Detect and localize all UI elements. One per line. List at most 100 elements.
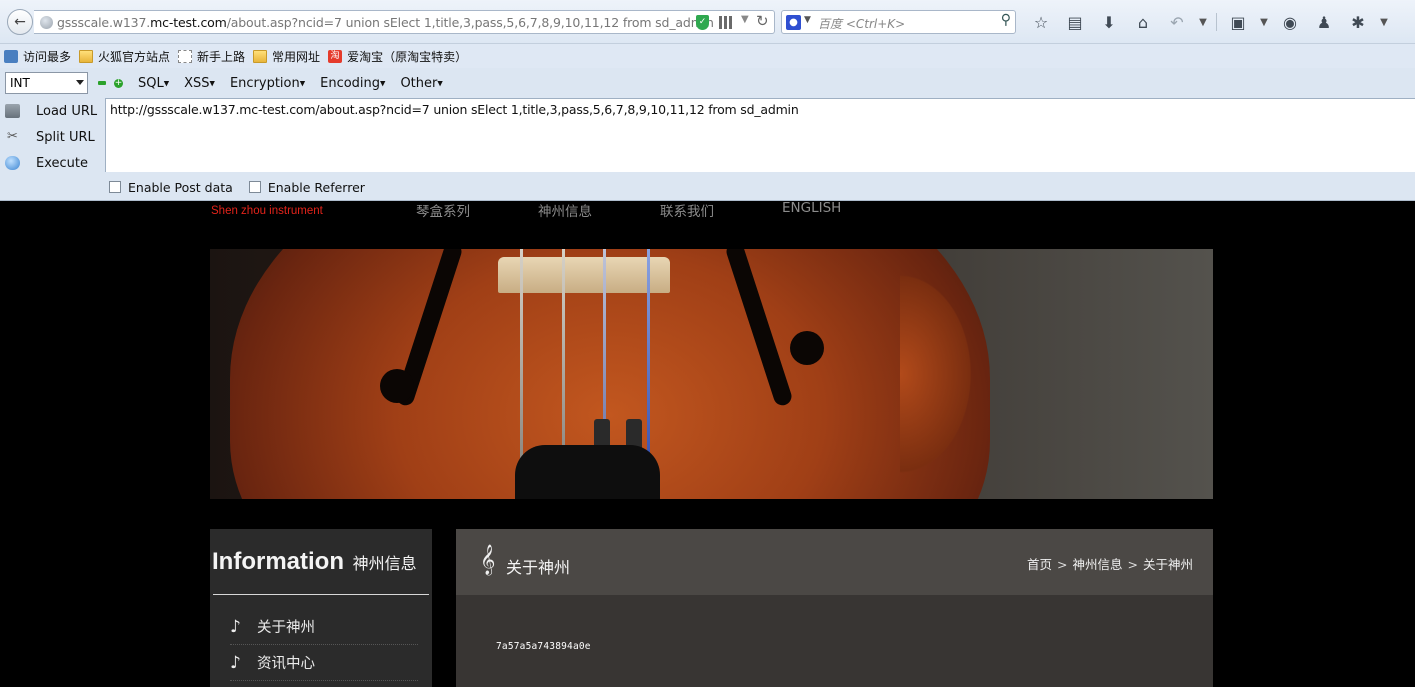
bookmark-label: 常用网址 — [272, 49, 321, 64]
leaked-password-hash: 7a57a5a743894a0e — [496, 641, 591, 652]
bookmark-most-visited[interactable]: 访问最多 — [4, 48, 71, 65]
referrer-checkbox[interactable]: Enable Referrer — [248, 179, 365, 195]
back-button[interactable]: ← — [7, 9, 33, 35]
reload-icon[interactable]: ↻ — [756, 12, 769, 30]
nav-item-info[interactable]: 神州信息 — [538, 200, 592, 220]
search-placeholder[interactable]: 百度 <Ctrl+K> — [818, 15, 905, 32]
nav-item-cases[interactable]: 琴盒系列 — [416, 200, 470, 220]
menu-xss[interactable]: XSS▼ — [184, 76, 215, 91]
sidebar-item-news[interactable]: ♪ 资讯中心 — [230, 645, 418, 681]
violin-banner-image — [210, 249, 1213, 499]
hackbar-toolbar: INT + SQL▼ XSS▼ Encryption▼ Encoding▼ Ot… — [0, 68, 1415, 98]
menu-label: Encryption — [229, 75, 300, 91]
url-prefix: gssscale.w137. — [57, 15, 151, 30]
breadcrumb: 首页 > 神州信息 > 关于神州 — [1027, 554, 1193, 573]
address-text[interactable]: gssscale.w137.mc-test.com/about.asp?ncid… — [57, 15, 714, 30]
menu-encoding[interactable]: Encoding▼ — [320, 76, 385, 91]
reading-list-icon[interactable]: ▤ — [1058, 11, 1092, 33]
back-arrow-icon: ← — [14, 14, 26, 30]
shield-icon[interactable]: ✓ — [696, 15, 709, 30]
sidebar-item-about[interactable]: ♪ 关于神州 — [230, 609, 418, 645]
engine-dropdown-icon[interactable]: ▼ — [804, 15, 811, 25]
decrease-icon[interactable] — [98, 81, 106, 85]
menu-encryption[interactable]: Encryption▼ — [230, 76, 305, 91]
search-magnifier-icon[interactable]: ⚲ — [1001, 12, 1011, 28]
action-label: Split URL — [36, 129, 95, 145]
undo-icon[interactable]: ↶ — [1160, 11, 1194, 33]
download-icon[interactable]: ⬇ — [1092, 11, 1126, 33]
type-select-value: INT — [10, 76, 30, 90]
execute-icon — [5, 156, 20, 170]
violin-edge — [900, 249, 990, 499]
violin-string — [647, 249, 650, 459]
brand-subtitle: Shen zhou instrument — [211, 205, 323, 217]
menu-label: XSS — [184, 75, 210, 91]
sidebar-divider — [213, 594, 429, 595]
f-hole-knot-left — [380, 369, 414, 403]
split-url-button[interactable]: ✂ Split URL — [0, 124, 104, 150]
history-dropdown-icon[interactable]: ▼ — [741, 14, 749, 25]
bookmark-getting-started[interactable]: 新手上路 — [178, 48, 245, 65]
bookmark-label: 新手上路 — [197, 49, 246, 64]
content-panel: 𝄞 关于神州 首页 > 神州信息 > 关于神州 7a57a5a743894a0e — [456, 529, 1213, 687]
crop-icon[interactable]: ▣ — [1221, 11, 1255, 33]
type-select[interactable]: INT — [5, 72, 88, 94]
address-bar[interactable]: gssscale.w137.mc-test.com/about.asp?ncid… — [34, 10, 775, 34]
checkbox-box[interactable] — [109, 181, 121, 193]
web-page: Shen zhou instrument 琴盒系列 神州信息 联系我们 ENGL… — [0, 200, 1415, 687]
chevron-down-icon — [76, 80, 84, 85]
f-hole-knot-right — [790, 331, 824, 365]
bookmark-common-sites[interactable]: 常用网址 — [253, 48, 320, 65]
baidu-paw-icon[interactable]: ● — [786, 15, 801, 30]
checkbox-box[interactable] — [248, 181, 261, 193]
nav-item-contact[interactable]: 联系我们 — [660, 200, 714, 220]
checkbox-label: Enable Referrer — [267, 179, 365, 195]
taobao-icon: 淘 — [328, 49, 343, 63]
menu-other[interactable]: Other▼ — [400, 76, 442, 91]
sidebar-title: Information 神州信息 — [212, 548, 417, 576]
folder-icon — [253, 49, 268, 63]
nav-item-english[interactable]: ENGLISH — [782, 200, 841, 220]
breadcrumb-info[interactable]: 神州信息 — [1072, 557, 1122, 572]
music-note-icon: ♪ — [230, 652, 241, 673]
chevron-right-icon: > — [1127, 557, 1138, 572]
hackbar-options: Enable Post data Enable Referrer — [109, 178, 381, 196]
music-note-icon: ♪ — [230, 616, 241, 637]
undo-dropdown-icon[interactable]: ▼ — [1194, 11, 1212, 33]
bookmark-taobao[interactable]: 淘爱淘宝（原淘宝特卖） — [328, 48, 467, 65]
dropdown-icon: ▼ — [209, 79, 215, 87]
violin-string — [562, 249, 565, 459]
sidebar-title-en: Information — [212, 548, 344, 575]
dropdown-icon: ▼ — [380, 79, 386, 87]
menu-dropdown-icon[interactable]: ▼ — [1375, 11, 1393, 33]
chat-bubble-icon[interactable]: ◉ — [1273, 11, 1307, 33]
crop-dropdown-icon[interactable]: ▼ — [1255, 11, 1273, 33]
bookmark-star-icon[interactable]: ☆ — [1024, 11, 1058, 33]
dropdown-icon: ▼ — [437, 79, 443, 87]
most-visited-icon — [4, 49, 18, 63]
qr-code-icon[interactable] — [719, 16, 732, 29]
load-url-button[interactable]: Load URL — [0, 98, 104, 124]
browser-navbar: ← gssscale.w137.mc-test.com/about.asp?nc… — [0, 0, 1415, 44]
bookmark-firefox-site[interactable]: 火狐官方站点 — [79, 48, 170, 65]
toolbar-icons: ☆ ▤ ⬇ ⌂ ↶ ▼ ▣ ▼ ◉ ♟ ✱ ▼ — [1024, 11, 1393, 33]
home-icon[interactable]: ⌂ — [1126, 11, 1160, 33]
scissors-icon: ✂ — [7, 129, 18, 144]
execute-button[interactable]: Execute — [0, 150, 104, 176]
menu-sql[interactable]: SQL▼ — [138, 76, 169, 91]
post-data-checkbox[interactable]: Enable Post data — [109, 180, 233, 195]
folder-icon — [79, 49, 94, 63]
addon-icon[interactable]: ✱ — [1341, 11, 1375, 33]
breadcrumb-home[interactable]: 首页 — [1027, 557, 1052, 572]
hackbar-panel: INT + SQL▼ XSS▼ Encryption▼ Encoding▼ Ot… — [0, 68, 1415, 201]
hackbar-url-textarea[interactable]: http://gssscale.w137.mc-test.com/about.a… — [105, 98, 1415, 172]
url-host: mc-test.com — [150, 15, 227, 30]
breadcrumb-current: 关于神州 — [1142, 557, 1193, 572]
increase-icon[interactable]: + — [114, 78, 123, 88]
url-path: /about.asp?ncid=7 union sElect 1,title,3… — [226, 15, 714, 30]
search-bar[interactable]: ● ▼ 百度 <Ctrl+K> ⚲ — [781, 10, 1016, 34]
user-icon[interactable]: ♟ — [1307, 11, 1341, 33]
bookmark-label: 爱淘宝（原淘宝特卖） — [347, 49, 468, 64]
sidebar-title-cn: 神州信息 — [352, 556, 417, 573]
toolbar-divider — [1216, 13, 1217, 31]
